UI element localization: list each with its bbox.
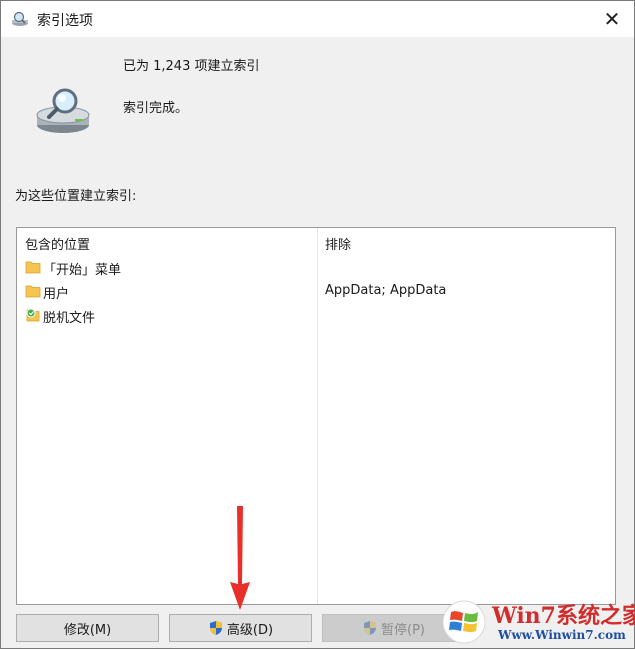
list-item[interactable]: 用户 AppData; AppData — [17, 279, 615, 303]
indexed-locations-list[interactable]: 包含的位置 排除 「开始」菜单 用户 AppData; AppData 脱机文件 — [16, 227, 616, 605]
watermark-brand: Win7系统之家 — [492, 603, 635, 629]
watermark-url: Www.Winwin7.com — [498, 628, 626, 642]
advanced-button-label: 高级(D) — [226, 622, 274, 638]
indexing-options-window: 索引选项 ✕ 已为 1,243 项建立索引 索引完成。 为这些位置建立索引: 包… — [0, 0, 635, 649]
modify-button-label: 修改(M) — [63, 622, 112, 638]
indexed-item-count: 已为 1,243 项建立索引 — [123, 59, 260, 74]
shield-icon — [364, 621, 376, 635]
location-exclusions: AppData; AppData — [325, 283, 447, 298]
title-bar[interactable]: 索引选项 ✕ — [1, 1, 634, 37]
indexing-state: 索引完成。 — [123, 101, 189, 116]
indexing-status-icon — [36, 88, 90, 133]
list-item[interactable]: 脱机文件 — [17, 303, 615, 327]
shield-icon — [209, 621, 222, 635]
red-arrow-annotation — [230, 506, 250, 610]
location-name: 脱机文件 — [43, 311, 96, 326]
offline-files-icon — [26, 308, 40, 322]
column-header-excluded[interactable]: 排除 — [325, 234, 351, 253]
locations-section-label: 为这些位置建立索引: — [15, 189, 137, 204]
window-title: 索引选项 — [37, 13, 93, 29]
location-name: 「开始」菜单 — [43, 263, 122, 278]
folder-icon — [25, 261, 41, 274]
watermark: Win7系统之家 Www.Winwin7.com — [440, 596, 635, 648]
modify-button[interactable]: 修改(M) — [16, 614, 159, 642]
list-item[interactable]: 「开始」菜单 — [17, 255, 615, 279]
indexing-options-icon — [12, 11, 28, 26]
close-button[interactable]: ✕ — [590, 1, 634, 37]
location-name: 用户 — [43, 287, 70, 302]
folder-icon — [25, 285, 41, 298]
advanced-button[interactable]: 高级(D) — [169, 614, 312, 642]
close-icon: ✕ — [603, 7, 621, 31]
windows-logo-icon — [442, 600, 486, 644]
column-header-included[interactable]: 包含的位置 — [25, 234, 90, 253]
pause-button-label: 暂停(P) — [381, 622, 425, 638]
